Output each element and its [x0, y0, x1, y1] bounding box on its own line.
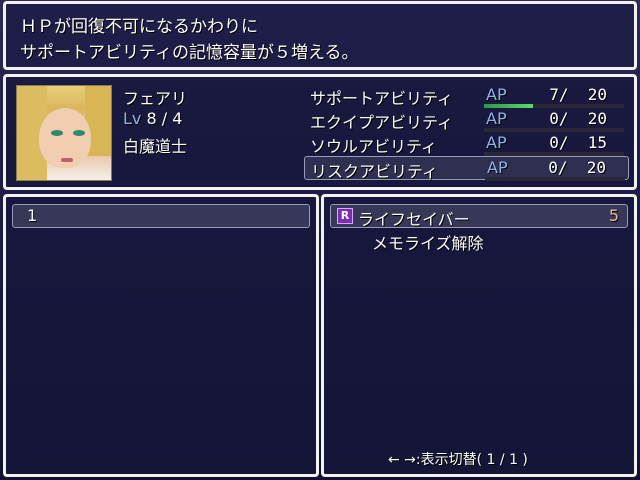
slot-item-selected[interactable]: 1 [12, 204, 310, 228]
page-toggle-hint: ← →:表示切替( 1 / 1 ) [388, 452, 528, 468]
character-job: 白魔道士 [123, 137, 188, 156]
ap-value: 0/ 15 [539, 133, 607, 152]
level-label: Lv [123, 109, 142, 128]
skill-list-window: R ライフセイバー 5 メモライズ解除 ← →:表示切替( 1 / 1 ) [321, 194, 637, 477]
skill-item[interactable]: R ライフセイバー 5 [330, 204, 628, 229]
risk-ability-icon: R [337, 208, 353, 224]
ability-name: サポートアビリティ [310, 89, 454, 108]
character-name: フェアリ [123, 89, 188, 108]
slot-item-label: 1 [27, 206, 38, 225]
help-text-line-1: ＨＰが回復不可になるかわりに [20, 17, 258, 37]
level-value: 8 / 4 [146, 109, 183, 128]
ability-row-equip[interactable]: エクイプアビリティ AP 0/ 20 [304, 108, 629, 132]
character-portrait [16, 85, 112, 181]
character-level: Lv 8 / 4 [123, 109, 182, 128]
skill-name: ライフセイバー [358, 210, 470, 229]
ability-name: エクイプアビリティ [310, 113, 454, 132]
unmemorize-option[interactable]: メモライズ解除 [372, 230, 484, 254]
status-window: フェアリ Lv 8 / 4 白魔道士 サポートアビリティ AP 7/ 20 エク… [3, 74, 637, 190]
ability-row-risk[interactable]: リスクアビリティ AP 0/ 20 [304, 156, 629, 181]
ability-row-soul[interactable]: ソウルアビリティ AP 0/ 15 [304, 132, 629, 156]
slot-list-window: 1 [3, 194, 319, 477]
help-text-line-2: サポートアビリティの記憶容量が５増える。 [20, 43, 359, 63]
ap-value: 0/ 20 [539, 109, 607, 128]
skill-cost: 5 [608, 206, 619, 225]
ap-value: 7/ 20 [539, 85, 607, 104]
help-window: ＨＰが回復不可になるかわりに サポートアビリティの記憶容量が５増える。 [3, 1, 637, 70]
ability-name: ソウルアビリティ [310, 137, 438, 156]
ability-name: リスクアビリティ [311, 162, 439, 181]
ap-value: 0/ 20 [538, 158, 606, 177]
ap-gauge [485, 177, 625, 181]
ability-row-support[interactable]: サポートアビリティ AP 7/ 20 [304, 84, 629, 108]
